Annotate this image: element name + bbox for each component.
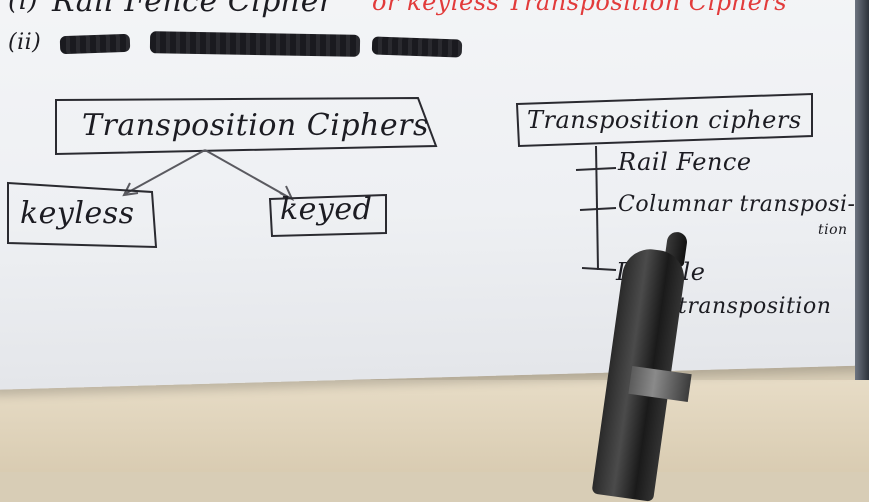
right-item-double-cont: transposition [678, 294, 832, 319]
right-trunk [595, 145, 599, 271]
right-item-rail-fence: Rail Fence [618, 148, 752, 176]
right-root-label: Transposition ciphers [527, 106, 802, 134]
right-item-columnar-cont: tion [818, 222, 848, 238]
right-item-columnar: Columnar transposi- [618, 192, 856, 217]
keyed-label: keyed [280, 192, 373, 227]
keyless-label: keyless [20, 196, 135, 231]
photo-scene: (i) Rail Fence Cipher or keyless Transpo… [0, 0, 869, 502]
arrow-to-keyed [204, 149, 291, 199]
arrow-to-keyless [124, 149, 206, 195]
diagram-lines [7, 92, 813, 271]
left-root-label: Transposition Ciphers [82, 108, 429, 143]
